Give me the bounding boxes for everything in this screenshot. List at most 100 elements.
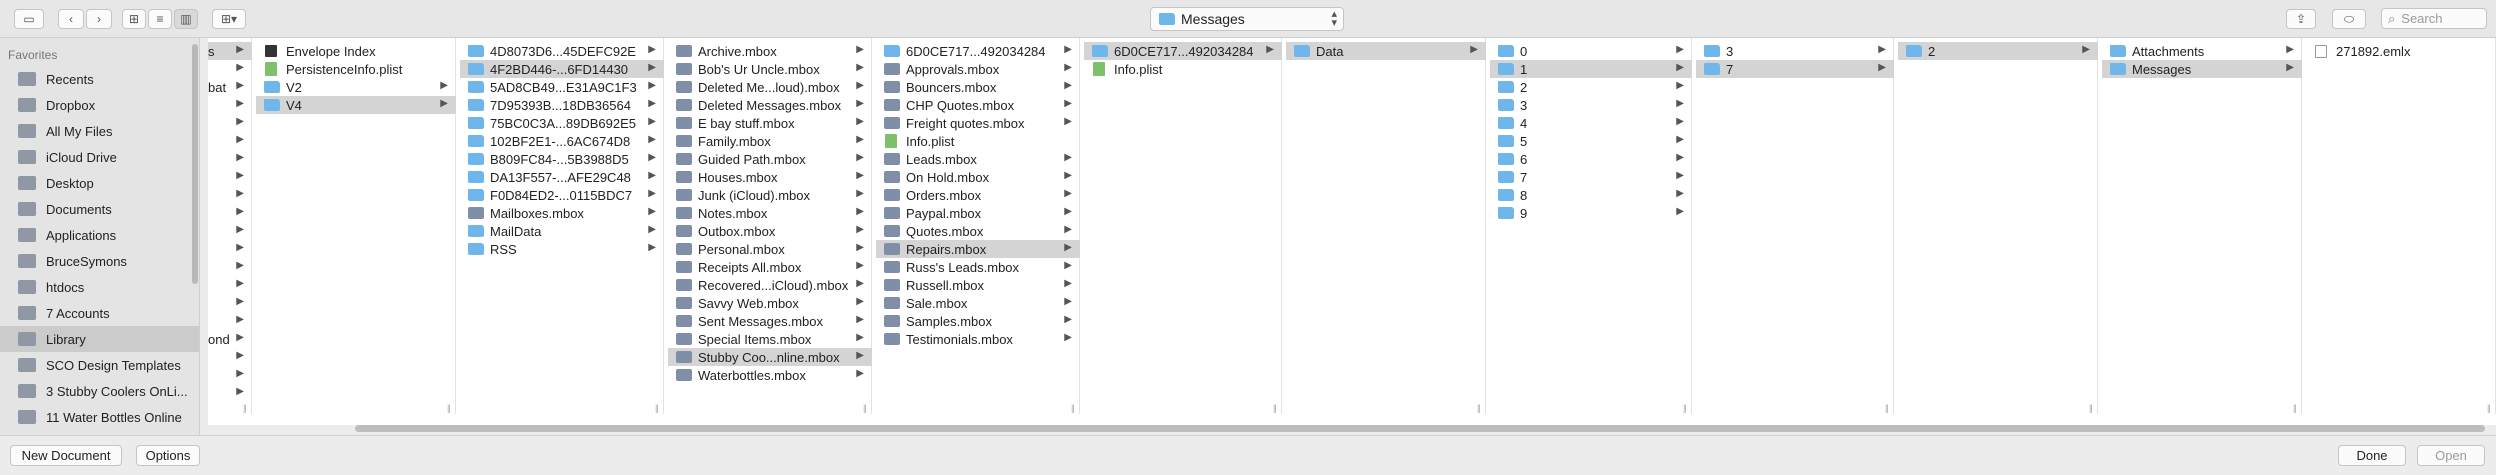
- column-resize-handle[interactable]: ||: [863, 403, 867, 413]
- tags-button[interactable]: ⬭: [2332, 9, 2366, 29]
- column-item[interactable]: s ▶: [208, 42, 252, 60]
- column-item[interactable]: Messages ▶: [2102, 60, 2302, 78]
- column-item[interactable]: Waterbottles.mbox ▶: [668, 366, 872, 384]
- sidebar-item[interactable]: 3 Stubby Coolers OnLi...: [0, 378, 199, 404]
- column-item[interactable]: 9 ▶: [1490, 204, 1692, 222]
- column-item[interactable]: Savvy Web.mbox ▶: [668, 294, 872, 312]
- column-resize-handle[interactable]: ||: [1273, 403, 1277, 413]
- sidebar-item[interactable]: BruceSymons: [0, 248, 199, 274]
- column-item[interactable]: Leads.mbox ▶: [876, 150, 1080, 168]
- column-item[interactable]: 6D0CE717...492034284 ▶: [876, 42, 1080, 60]
- sidebar-item[interactable]: Recents: [0, 66, 199, 92]
- sidebar-item[interactable]: iCloud Drive: [0, 144, 199, 170]
- column-item[interactable]: 6 ▶: [1490, 150, 1692, 168]
- list-view-button[interactable]: ≡: [148, 9, 172, 29]
- column-resize-handle[interactable]: ||: [1071, 403, 1075, 413]
- sidebar-item[interactable]: Documents: [0, 196, 199, 222]
- column-item[interactable]: Guided Path.mbox ▶: [668, 150, 872, 168]
- sidebar-item[interactable]: All My Files: [0, 118, 199, 144]
- new-document-button[interactable]: New Document: [10, 445, 122, 466]
- column-item[interactable]: Deleted Messages.mbox ▶: [668, 96, 872, 114]
- column-item[interactable]: Data ▶: [1286, 42, 1486, 60]
- column-item[interactable]: 7D95393B...18DB36564 ▶: [460, 96, 664, 114]
- group-button[interactable]: ⊞▾: [212, 9, 246, 29]
- column-resize-handle[interactable]: ||: [2293, 403, 2297, 413]
- column-item[interactable]: Recovered...iCloud).mbox ▶: [668, 276, 872, 294]
- column-item[interactable]: V2 ▶: [256, 78, 456, 96]
- column-item[interactable]: Orders.mbox ▶: [876, 186, 1080, 204]
- column-item[interactable]: ▶: [208, 96, 252, 114]
- column-resize-handle[interactable]: ||: [1885, 403, 1889, 413]
- column-item[interactable]: Personal.mbox ▶: [668, 240, 872, 258]
- column-item[interactable]: Archive.mbox ▶: [668, 42, 872, 60]
- icon-view-button[interactable]: ⊞: [122, 9, 146, 29]
- column-item[interactable]: ▶: [208, 114, 252, 132]
- sidebar-item[interactable]: 7 Accounts: [0, 300, 199, 326]
- share-button[interactable]: ⇪: [2286, 9, 2316, 29]
- column-item[interactable]: 0 ▶: [1490, 42, 1692, 60]
- column-item[interactable]: Testimonials.mbox ▶: [876, 330, 1080, 348]
- column-item[interactable]: ▶: [208, 294, 252, 312]
- column-item[interactable]: On Hold.mbox ▶: [876, 168, 1080, 186]
- column-item[interactable]: Family.mbox ▶: [668, 132, 872, 150]
- column-item[interactable]: 3 ▶: [1696, 42, 1894, 60]
- column-item[interactable]: 4 ▶: [1490, 114, 1692, 132]
- column-resize-handle[interactable]: ||: [243, 403, 247, 413]
- column-resize-handle[interactable]: ||: [1477, 403, 1481, 413]
- column-item[interactable]: Receipts All.mbox ▶: [668, 258, 872, 276]
- column-item[interactable]: Repairs.mbox ▶: [876, 240, 1080, 258]
- column-item[interactable]: Sale.mbox ▶: [876, 294, 1080, 312]
- column-item[interactable]: bat ▶: [208, 78, 252, 96]
- column-item[interactable]: Russ's Leads.mbox ▶: [876, 258, 1080, 276]
- column-item[interactable]: 8 ▶: [1490, 186, 1692, 204]
- column-item[interactable]: ▶: [208, 168, 252, 186]
- open-button[interactable]: Open: [2417, 445, 2485, 466]
- sidebar-item[interactable]: 11 Water Bottles Online: [0, 404, 199, 430]
- column-item[interactable]: Russell.mbox ▶: [876, 276, 1080, 294]
- column-item[interactable]: 2 ▶: [1898, 42, 2098, 60]
- path-popup[interactable]: Messages ▴ ▾: [1150, 7, 1344, 31]
- column-item[interactable]: ▶: [208, 186, 252, 204]
- column-item[interactable]: ▶: [208, 366, 252, 384]
- column-item[interactable]: 5AD8CB49...E31A9C1F3 ▶: [460, 78, 664, 96]
- column-item[interactable]: 2 ▶: [1490, 78, 1692, 96]
- horizontal-scrollbar[interactable]: [355, 425, 2485, 432]
- column-resize-handle[interactable]: ||: [655, 403, 659, 413]
- column-item[interactable]: 271892.emlx: [2306, 42, 2496, 60]
- column-item[interactable]: Special Items.mbox ▶: [668, 330, 872, 348]
- column-item[interactable]: Notes.mbox ▶: [668, 204, 872, 222]
- column-item[interactable]: DA13F557-...AFE29C48 ▶: [460, 168, 664, 186]
- column-item[interactable]: 3 ▶: [1490, 96, 1692, 114]
- column-item[interactable]: Mailboxes.mbox ▶: [460, 204, 664, 222]
- column-item[interactable]: F0D84ED2-...0115BDC7 ▶: [460, 186, 664, 204]
- column-item[interactable]: 75BC0C3A...89DB692E5 ▶: [460, 114, 664, 132]
- column-item[interactable]: 7 ▶: [1490, 168, 1692, 186]
- column-item[interactable]: 6D0CE717...492034284 ▶: [1084, 42, 1282, 60]
- column-item[interactable]: 102BF2E1-...6AC674D8 ▶: [460, 132, 664, 150]
- column-item[interactable]: ▶: [208, 384, 252, 402]
- column-item[interactable]: Envelope Index: [256, 42, 456, 60]
- column-item[interactable]: CHP Quotes.mbox ▶: [876, 96, 1080, 114]
- sidebar-item[interactable]: SCO Design Templates: [0, 352, 199, 378]
- column-item[interactable]: Samples.mbox ▶: [876, 312, 1080, 330]
- column-resize-handle[interactable]: ||: [447, 403, 451, 413]
- column-item[interactable]: MailData ▶: [460, 222, 664, 240]
- column-item[interactable]: Info.plist: [876, 132, 1080, 150]
- column-resize-handle[interactable]: ||: [2089, 403, 2093, 413]
- column-item[interactable]: B809FC84-...5B3988D5 ▶: [460, 150, 664, 168]
- column-resize-handle[interactable]: ||: [2487, 403, 2491, 413]
- column-item[interactable]: 7 ▶: [1696, 60, 1894, 78]
- column-view-button[interactable]: ▥: [174, 9, 198, 29]
- column-item[interactable]: PersistenceInfo.plist: [256, 60, 456, 78]
- column-item[interactable]: Info.plist: [1084, 60, 1282, 78]
- column-item[interactable]: ▶: [208, 132, 252, 150]
- column-item[interactable]: Paypal.mbox ▶: [876, 204, 1080, 222]
- column-item[interactable]: Stubby Coo...nline.mbox ▶: [668, 348, 872, 366]
- sidebar-item[interactable]: Library: [0, 326, 199, 352]
- column-item[interactable]: ▶: [208, 222, 252, 240]
- column-item[interactable]: Quotes.mbox ▶: [876, 222, 1080, 240]
- column-item[interactable]: Sent Messages.mbox ▶: [668, 312, 872, 330]
- column-item[interactable]: ▶: [208, 204, 252, 222]
- sidebar-item[interactable]: Dropbox: [0, 92, 199, 118]
- back-button[interactable]: ‹: [58, 9, 84, 29]
